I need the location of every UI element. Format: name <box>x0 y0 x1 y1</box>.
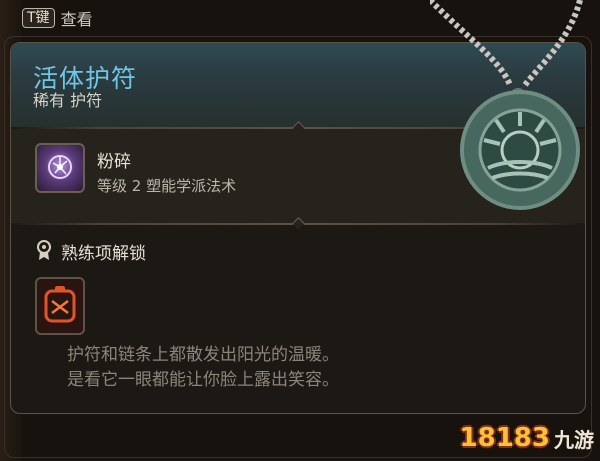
spell-name: 粉碎 <box>97 152 131 172</box>
description-line-2: 是看它一眼都能让你脸上露出笑容。 <box>67 370 339 390</box>
inspect-key[interactable]: T键 <box>22 8 55 28</box>
item-rarity-type: 稀有 护符 <box>33 91 103 110</box>
amulet-illustration <box>427 0 600 240</box>
item-description: 护符和链条上都散发出阳光的温暖。 是看它一眼都能让你脸上露出笑容。 <box>67 343 467 393</box>
watermark-number: 18183 <box>459 423 550 453</box>
proficiency-unlock-icon <box>35 239 53 261</box>
site-watermark: 18183 九游 <box>460 423 594 453</box>
inspect-label: 查看 <box>60 10 93 29</box>
inspect-hint: T键 查看 <box>22 5 93 31</box>
shatter-spell-icon[interactable] <box>35 143 85 193</box>
spell-meta: 等级 2 塑能学派法术 <box>97 177 237 195</box>
watermark-text: 九游 <box>554 427 594 452</box>
description-line-1: 护符和链条上都散发出阳光的温暖。 <box>67 345 339 365</box>
proficiency-unlock-label: 熟练项解锁 <box>61 244 146 264</box>
amulet-proficiency-icon[interactable] <box>35 277 85 335</box>
